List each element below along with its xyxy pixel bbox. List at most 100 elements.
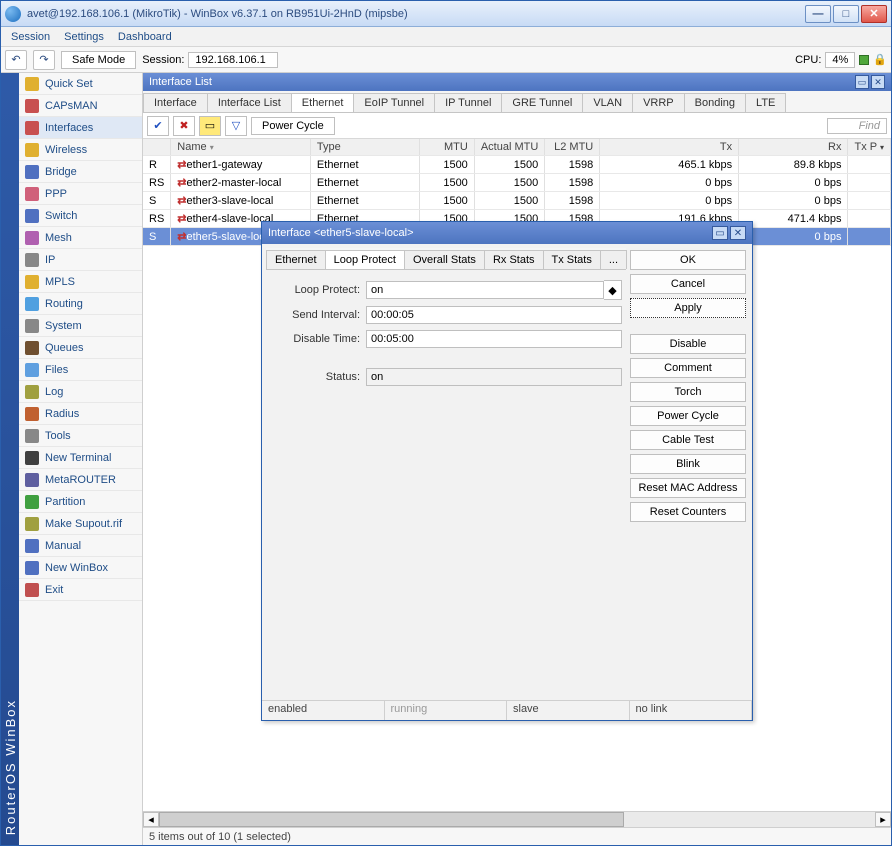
sidebar-item-manual[interactable]: Manual [19, 535, 142, 557]
dialog-tab-ethernet[interactable]: Ethernet [266, 250, 326, 269]
sidebar-item-exit[interactable]: Exit [19, 579, 142, 601]
disable-button[interactable]: Disable [630, 334, 746, 354]
column-header[interactable]: Tx P ▾ [848, 139, 891, 156]
sidebar-item-new-winbox[interactable]: New WinBox [19, 557, 142, 579]
column-header[interactable]: Rx [739, 139, 848, 156]
sidebar-item-switch[interactable]: Switch [19, 205, 142, 227]
sidebar-item-new-terminal[interactable]: New Terminal [19, 447, 142, 469]
close-button[interactable]: ✕ [861, 5, 887, 23]
column-header[interactable]: Actual MTU [474, 139, 544, 156]
tab-eoip-tunnel[interactable]: EoIP Tunnel [353, 93, 435, 112]
dialog-close-button[interactable]: ✕ [730, 226, 746, 240]
loop-protect-field[interactable]: on [366, 281, 604, 299]
sidebar-item-files[interactable]: Files [19, 359, 142, 381]
sidebar-item-tools[interactable]: Tools [19, 425, 142, 447]
ok-button[interactable]: OK [630, 250, 746, 270]
scroll-right-icon[interactable]: ▸ [875, 812, 891, 827]
table-cell: 1500 [474, 174, 544, 192]
find-input[interactable]: Find [827, 118, 887, 134]
redo-button[interactable]: ↷ [33, 50, 55, 70]
sidebar-item-label: Exit [45, 584, 63, 596]
apply-button[interactable]: Apply [630, 298, 746, 318]
sidebar: Quick SetCAPsMANInterfacesWirelessBridge… [19, 73, 143, 845]
sidebar-item-mpls[interactable]: MPLS [19, 271, 142, 293]
table-cell: 1598 [545, 156, 600, 174]
panel-restore-button[interactable]: ▭ [855, 75, 869, 89]
sidebar-item-routing[interactable]: Routing [19, 293, 142, 315]
loop-protect-dropdown-icon[interactable]: ◆ [604, 280, 622, 300]
scroll-left-icon[interactable]: ◂ [143, 812, 159, 827]
tab-gre-tunnel[interactable]: GRE Tunnel [501, 93, 583, 112]
sidebar-item-queues[interactable]: Queues [19, 337, 142, 359]
cancel-button[interactable]: Cancel [630, 274, 746, 294]
sidebar-item-make-supout-rif[interactable]: Make Supout.rif [19, 513, 142, 535]
panel-close-button[interactable]: ✕ [871, 75, 885, 89]
dialog-tab-loop-protect[interactable]: Loop Protect [325, 250, 405, 269]
sidebar-item-wireless[interactable]: Wireless [19, 139, 142, 161]
undo-button[interactable]: ↶ [5, 50, 27, 70]
comment-button[interactable]: Comment [630, 358, 746, 378]
tab-lte[interactable]: LTE [745, 93, 786, 112]
tab-ethernet[interactable]: Ethernet [291, 93, 355, 112]
table-row[interactable]: RS⇄ether2-master-localEthernet1500150015… [143, 174, 891, 192]
tab-vlan[interactable]: VLAN [582, 93, 633, 112]
dialog-tab-tx-stats[interactable]: Tx Stats [543, 250, 601, 269]
sidebar-item-mesh[interactable]: Mesh [19, 227, 142, 249]
reset-mac-button[interactable]: Reset MAC Address [630, 478, 746, 498]
sidebar-item-capsman[interactable]: CAPsMAN [19, 95, 142, 117]
comment-button[interactable]: ▭ [199, 116, 221, 136]
disable-time-field[interactable]: 00:05:00 [366, 330, 622, 348]
horizontal-scrollbar[interactable]: ◂ ▸ [143, 811, 891, 827]
sidebar-item-quick-set[interactable]: Quick Set [19, 73, 142, 95]
dialog-tabs: EthernetLoop ProtectOverall StatsRx Stat… [266, 248, 626, 270]
maximize-button[interactable]: □ [833, 5, 859, 23]
menu-settings[interactable]: Settings [64, 31, 104, 43]
session-field[interactable]: 192.168.106.1 [188, 52, 278, 68]
reset-counters-button[interactable]: Reset Counters [630, 502, 746, 522]
menu-dashboard[interactable]: Dashboard [118, 31, 172, 43]
sidebar-item-radius[interactable]: Radius [19, 403, 142, 425]
column-header[interactable]: L2 MTU [545, 139, 600, 156]
tab-interface[interactable]: Interface [143, 93, 208, 112]
power-cycle-button[interactable]: Power Cycle [630, 406, 746, 426]
sidebar-item-log[interactable]: Log [19, 381, 142, 403]
torch-button[interactable]: Torch [630, 382, 746, 402]
safe-mode-button[interactable]: Safe Mode [61, 51, 136, 69]
cable-test-button[interactable]: Cable Test [630, 430, 746, 450]
table-cell: S [143, 192, 171, 210]
column-header[interactable] [143, 139, 171, 156]
menu-session[interactable]: Session [11, 31, 50, 43]
tab-interface-list[interactable]: Interface List [207, 93, 292, 112]
filter-button[interactable]: ▽ [225, 116, 247, 136]
loop-protect-label: Loop Protect [270, 284, 360, 296]
sidebar-item-ppp[interactable]: PPP [19, 183, 142, 205]
table-row[interactable]: R⇄ether1-gatewayEthernet150015001598465.… [143, 156, 891, 174]
table-row[interactable]: S⇄ether3-slave-localEthernet150015001598… [143, 192, 891, 210]
dialog-restore-button[interactable]: ▭ [712, 226, 728, 240]
sidebar-item-bridge[interactable]: Bridge [19, 161, 142, 183]
apply-button[interactable]: ✔ [147, 116, 169, 136]
scroll-thumb[interactable] [159, 812, 624, 827]
tab-ip-tunnel[interactable]: IP Tunnel [434, 93, 502, 112]
sidebar-icon [25, 495, 39, 509]
sidebar-item-interfaces[interactable]: Interfaces [19, 117, 142, 139]
tab-vrrp[interactable]: VRRP [632, 93, 685, 112]
dialog-tab--[interactable]: ... [600, 250, 627, 269]
dialog-tab-overall-stats[interactable]: Overall Stats [404, 250, 485, 269]
blink-button[interactable]: Blink [630, 454, 746, 474]
column-header[interactable]: Tx [600, 139, 739, 156]
send-interval-field[interactable]: 00:00:05 [366, 306, 622, 324]
sidebar-item-metarouter[interactable]: MetaROUTER [19, 469, 142, 491]
dialog-tab-rx-stats[interactable]: Rx Stats [484, 250, 544, 269]
column-header[interactable]: Name ▾ [171, 139, 311, 156]
column-header[interactable]: MTU [420, 139, 475, 156]
tab-bonding[interactable]: Bonding [684, 93, 746, 112]
power-cycle-button[interactable]: Power Cycle [251, 117, 335, 135]
sidebar-item-ip[interactable]: IP [19, 249, 142, 271]
sidebar-item-system[interactable]: System [19, 315, 142, 337]
sidebar-item-partition[interactable]: Partition [19, 491, 142, 513]
column-header[interactable]: Type [310, 139, 419, 156]
remove-button[interactable]: ✖ [173, 116, 195, 136]
minimize-button[interactable]: — [805, 5, 831, 23]
dialog-titlebar[interactable]: Interface <ether5-slave-local> ▭ ✕ [262, 222, 752, 244]
